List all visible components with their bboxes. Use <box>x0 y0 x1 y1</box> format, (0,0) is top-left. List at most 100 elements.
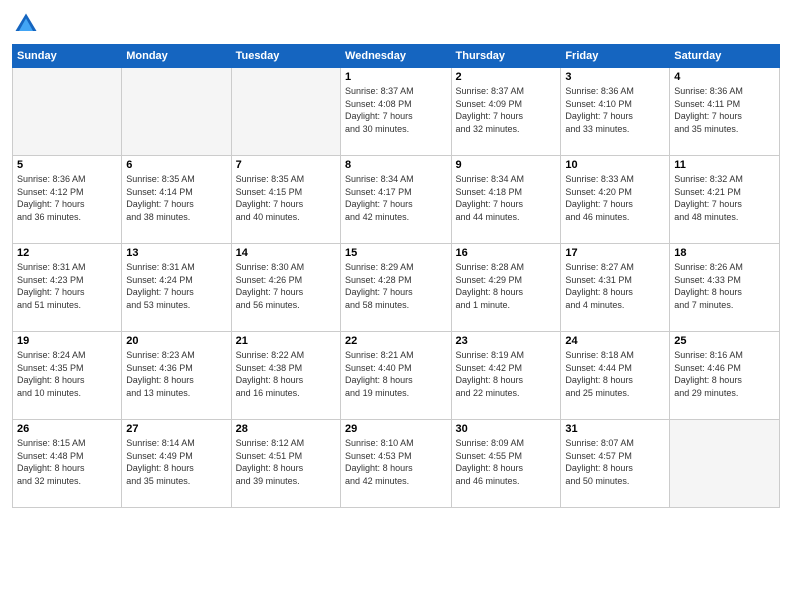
calendar-cell: 25Sunrise: 8:16 AM Sunset: 4:46 PM Dayli… <box>670 332 780 420</box>
calendar-cell <box>122 68 231 156</box>
day-number: 22 <box>345 335 446 347</box>
day-number: 16 <box>456 247 557 259</box>
day-info: Sunrise: 8:27 AM Sunset: 4:31 PM Dayligh… <box>565 261 665 311</box>
calendar-header-saturday: Saturday <box>670 45 780 68</box>
day-info: Sunrise: 8:18 AM Sunset: 4:44 PM Dayligh… <box>565 349 665 399</box>
day-number: 28 <box>236 423 336 435</box>
calendar-cell: 11 Sunrise: 8:32 AM Sunset: 4:21 PM Dayli… <box>670 156 780 244</box>
day-info: Sunrise: 8:28 AM Sunset: 4:29 PM Dayligh… <box>456 261 557 311</box>
day-info: Sunrise: 8:14 AM Sunset: 4:49 PM Dayligh… <box>126 437 226 487</box>
day-number: 11 <box>674 159 775 171</box>
day-number: 3 <box>565 71 665 83</box>
day-number: 18 <box>674 247 775 259</box>
day-number: 2 <box>456 71 557 83</box>
day-number: 5 <box>17 159 117 171</box>
day-number: 23 <box>456 335 557 347</box>
calendar-week-row: 26 Sunrise: 8:15 AM Sunset: 4:48 PM Dayli… <box>13 420 780 508</box>
calendar-week-row: 12 Sunrise: 8:31 AM Sunset: 4:23 PM Dayli… <box>13 244 780 332</box>
calendar-cell: 16 Sunrise: 8:28 AM Sunset: 4:29 PM Dayli… <box>451 244 561 332</box>
calendar-cell: 3 Sunrise: 8:36 AM Sunset: 4:10 PM Daylig… <box>561 68 670 156</box>
calendar-header-sunday: Sunday <box>13 45 122 68</box>
day-info: Sunrise: 8:37 AM Sunset: 4:08 PM Dayligh… <box>345 85 446 135</box>
day-info: Sunrise: 8:26 AM Sunset: 4:33 PM Dayligh… <box>674 261 775 311</box>
day-info: Sunrise: 8:12 AM Sunset: 4:51 PM Dayligh… <box>236 437 336 487</box>
day-number: 31 <box>565 423 665 435</box>
calendar-header-thursday: Thursday <box>451 45 561 68</box>
calendar-header-friday: Friday <box>561 45 670 68</box>
day-number: 29 <box>345 423 446 435</box>
calendar-header-tuesday: Tuesday <box>231 45 340 68</box>
calendar-cell: 1 Sunrise: 8:37 AM Sunset: 4:08 PM Daylig… <box>341 68 451 156</box>
day-info: Sunrise: 8:19 AM Sunset: 4:42 PM Dayligh… <box>456 349 557 399</box>
day-number: 30 <box>456 423 557 435</box>
day-number: 15 <box>345 247 446 259</box>
day-number: 12 <box>17 247 117 259</box>
calendar-cell: 8 Sunrise: 8:34 AM Sunset: 4:17 PM Daylig… <box>341 156 451 244</box>
calendar-cell: 20 Sunrise: 8:23 AM Sunset: 4:36 PM Dayli… <box>122 332 231 420</box>
day-info: Sunrise: 8:10 AM Sunset: 4:53 PM Dayligh… <box>345 437 446 487</box>
day-number: 17 <box>565 247 665 259</box>
calendar-cell: 14 Sunrise: 8:30 AM Sunset: 4:26 PM Dayli… <box>231 244 340 332</box>
calendar-cell: 17 Sunrise: 8:27 AM Sunset: 4:31 PM Dayli… <box>561 244 670 332</box>
calendar-week-row: 5 Sunrise: 8:36 AM Sunset: 4:12 PM Daylig… <box>13 156 780 244</box>
day-number: 8 <box>345 159 446 171</box>
calendar-header-monday: Monday <box>122 45 231 68</box>
calendar-cell <box>670 420 780 508</box>
day-number: 19 <box>17 335 117 347</box>
day-info: Sunrise: 8:31 AM Sunset: 4:23 PM Dayligh… <box>17 261 117 311</box>
calendar-cell: 10Sunrise: 8:33 AM Sunset: 4:20 PM Dayli… <box>561 156 670 244</box>
day-info: Sunrise: 8:36 AM Sunset: 4:11 PM Dayligh… <box>674 85 775 135</box>
calendar-cell: 5 Sunrise: 8:36 AM Sunset: 4:12 PM Daylig… <box>13 156 122 244</box>
day-number: 14 <box>236 247 336 259</box>
calendar-cell: 26 Sunrise: 8:15 AM Sunset: 4:48 PM Dayli… <box>13 420 122 508</box>
calendar-week-row: 1 Sunrise: 8:37 AM Sunset: 4:08 PM Daylig… <box>13 68 780 156</box>
page-header <box>12 10 780 38</box>
day-number: 26 <box>17 423 117 435</box>
day-info: Sunrise: 8:36 AM Sunset: 4:12 PM Dayligh… <box>17 173 117 223</box>
day-info: Sunrise: 8:29 AM Sunset: 4:28 PM Dayligh… <box>345 261 446 311</box>
day-info: Sunrise: 8:09 AM Sunset: 4:55 PM Dayligh… <box>456 437 557 487</box>
calendar-cell <box>231 68 340 156</box>
logo-icon <box>12 10 40 38</box>
day-number: 21 <box>236 335 336 347</box>
day-info: Sunrise: 8:24 AM Sunset: 4:35 PM Dayligh… <box>17 349 117 399</box>
day-info: Sunrise: 8:21 AM Sunset: 4:40 PM Dayligh… <box>345 349 446 399</box>
calendar-cell <box>13 68 122 156</box>
calendar-cell: 21 Sunrise: 8:22 AM Sunset: 4:38 PM Dayli… <box>231 332 340 420</box>
day-info: Sunrise: 8:34 AM Sunset: 4:17 PM Dayligh… <box>345 173 446 223</box>
day-info: Sunrise: 8:23 AM Sunset: 4:36 PM Dayligh… <box>126 349 226 399</box>
day-info: Sunrise: 8:35 AM Sunset: 4:14 PM Dayligh… <box>126 173 226 223</box>
calendar-cell: 27 Sunrise: 8:14 AM Sunset: 4:49 PM Dayli… <box>122 420 231 508</box>
day-info: Sunrise: 8:37 AM Sunset: 4:09 PM Dayligh… <box>456 85 557 135</box>
calendar-cell: 18 Sunrise: 8:26 AM Sunset: 4:33 PM Dayli… <box>670 244 780 332</box>
day-info: Sunrise: 8:36 AM Sunset: 4:10 PM Dayligh… <box>565 85 665 135</box>
calendar-cell: 13Sunrise: 8:31 AM Sunset: 4:24 PM Dayli… <box>122 244 231 332</box>
day-number: 7 <box>236 159 336 171</box>
day-number: 9 <box>456 159 557 171</box>
day-info: Sunrise: 8:31 AM Sunset: 4:24 PM Dayligh… <box>126 261 226 311</box>
day-number: 1 <box>345 71 446 83</box>
day-info: Sunrise: 8:22 AM Sunset: 4:38 PM Dayligh… <box>236 349 336 399</box>
day-number: 20 <box>126 335 226 347</box>
day-info: Sunrise: 8:30 AM Sunset: 4:26 PM Dayligh… <box>236 261 336 311</box>
day-info: Sunrise: 8:32 AM Sunset: 4:21 PM Dayligh… <box>674 173 775 223</box>
calendar-cell: 29 Sunrise: 8:10 AM Sunset: 4:53 PM Dayli… <box>341 420 451 508</box>
day-number: 10 <box>565 159 665 171</box>
calendar-cell: 22 Sunrise: 8:21 AM Sunset: 4:40 PM Dayli… <box>341 332 451 420</box>
calendar-header-row: SundayMondayTuesdayWednesdayThursdayFrid… <box>13 45 780 68</box>
calendar-cell: 28 Sunrise: 8:12 AM Sunset: 4:51 PM Dayli… <box>231 420 340 508</box>
calendar-week-row: 19 Sunrise: 8:24 AM Sunset: 4:35 PM Dayli… <box>13 332 780 420</box>
day-number: 25 <box>674 335 775 347</box>
calendar-cell: 19 Sunrise: 8:24 AM Sunset: 4:35 PM Dayli… <box>13 332 122 420</box>
day-info: Sunrise: 8:15 AM Sunset: 4:48 PM Dayligh… <box>17 437 117 487</box>
calendar-cell: 4 Sunrise: 8:36 AM Sunset: 4:11 PM Daylig… <box>670 68 780 156</box>
day-number: 4 <box>674 71 775 83</box>
calendar-cell: 6 Sunrise: 8:35 AM Sunset: 4:14 PM Daylig… <box>122 156 231 244</box>
day-number: 27 <box>126 423 226 435</box>
calendar-table: SundayMondayTuesdayWednesdayThursdayFrid… <box>12 44 780 508</box>
calendar-cell: 12 Sunrise: 8:31 AM Sunset: 4:23 PM Dayli… <box>13 244 122 332</box>
day-number: 6 <box>126 159 226 171</box>
calendar-cell: 23 Sunrise: 8:19 AM Sunset: 4:42 PM Dayli… <box>451 332 561 420</box>
page-container: SundayMondayTuesdayWednesdayThursdayFrid… <box>0 0 792 612</box>
calendar-cell: 2 Sunrise: 8:37 AM Sunset: 4:09 PM Daylig… <box>451 68 561 156</box>
